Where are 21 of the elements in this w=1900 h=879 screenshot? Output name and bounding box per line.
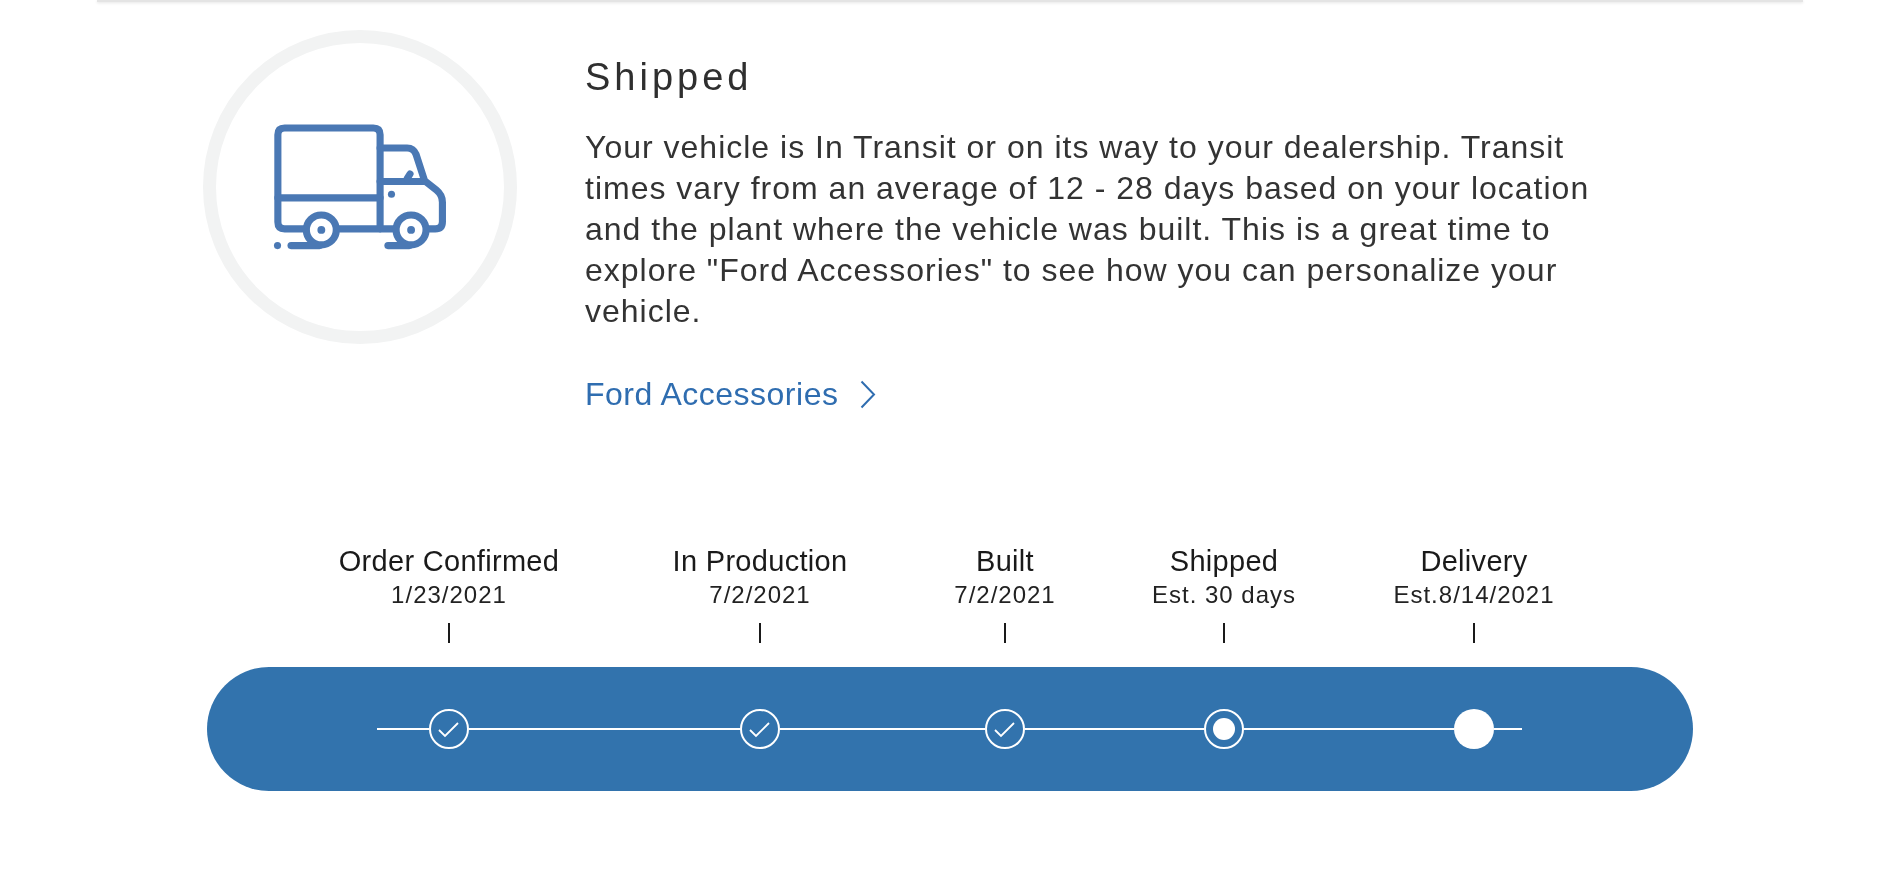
- tick-mark: [759, 623, 761, 643]
- step-label: Order Confirmed: [338, 545, 560, 577]
- ford-accessories-link[interactable]: Ford Accessories: [585, 374, 877, 415]
- step-label: Shipped: [1169, 545, 1279, 577]
- step-date: 7/2/2021: [954, 581, 1056, 609]
- step-label: Delivery: [1420, 545, 1528, 577]
- status-title: Shipped: [585, 58, 753, 96]
- tick-mark: [1223, 623, 1225, 643]
- step-date: Est. 30 days: [1151, 581, 1297, 609]
- progress-line: [377, 728, 429, 730]
- tick-mark: [448, 623, 450, 643]
- step-date: Est.8/14/2021: [1393, 581, 1555, 609]
- step-date: 7/2/2021: [709, 581, 811, 609]
- status-description: Your vehicle is In Transit or on its way to your dealership. Transit times vary from an average of 12 - 28 days based on your location and the plant where the vehicle was built. This is a great time to explore "Ford Accessories" to see how you can personalize your vehicle.: [585, 128, 1591, 331]
- step-label: In Production: [672, 545, 848, 577]
- tick-mark: [1473, 623, 1475, 643]
- step-date: 1/23/2021: [391, 581, 507, 609]
- tick-mark: [1004, 623, 1006, 643]
- progress-line: [1494, 728, 1522, 730]
- chevron-right-icon: [860, 380, 877, 409]
- step-label: Built: [976, 545, 1034, 577]
